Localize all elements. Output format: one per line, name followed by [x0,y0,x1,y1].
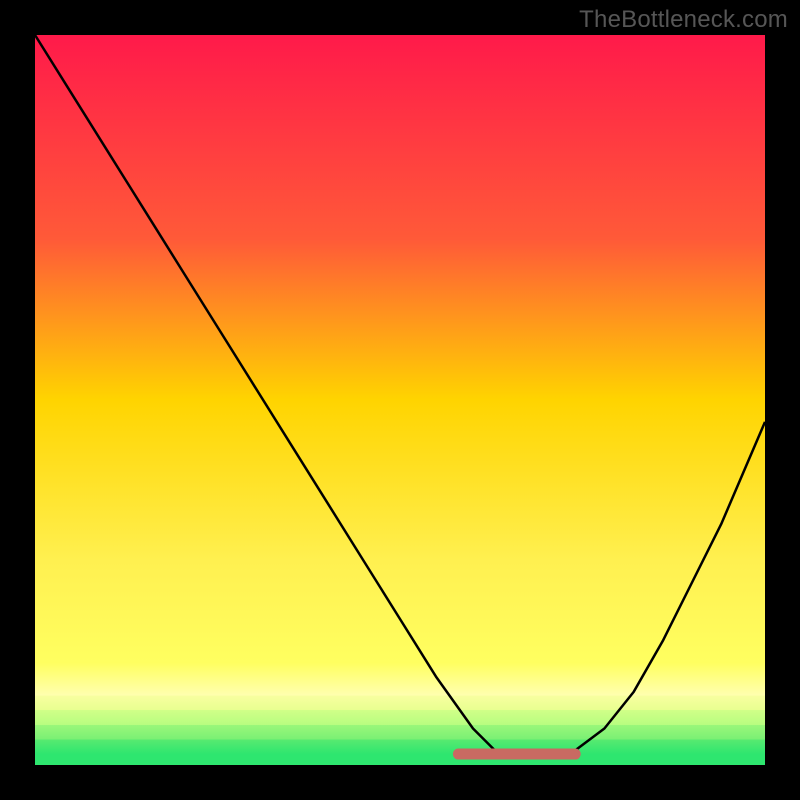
bottleneck-chart [0,0,800,800]
chart-frame: TheBottleneck.com [0,0,800,800]
watermark-text: TheBottleneck.com [579,6,788,34]
